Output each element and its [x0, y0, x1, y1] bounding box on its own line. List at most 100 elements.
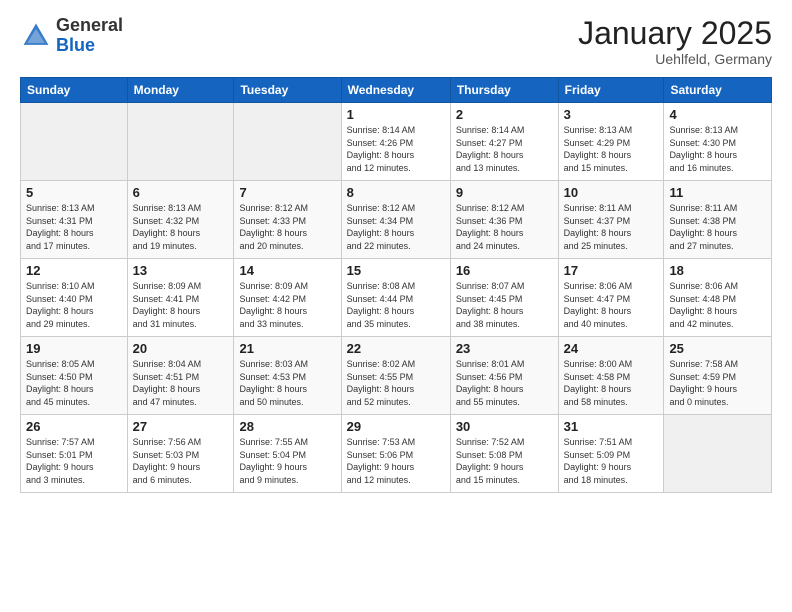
calendar-cell [21, 103, 128, 181]
day-number: 24 [564, 341, 659, 356]
day-number: 4 [669, 107, 766, 122]
day-number: 26 [26, 419, 122, 434]
day-info: Sunrise: 8:12 AM Sunset: 4:34 PM Dayligh… [347, 202, 445, 252]
day-info: Sunrise: 7:57 AM Sunset: 5:01 PM Dayligh… [26, 436, 122, 486]
weekday-header: Sunday [21, 78, 128, 103]
day-info: Sunrise: 8:13 AM Sunset: 4:31 PM Dayligh… [26, 202, 122, 252]
weekday-header: Saturday [664, 78, 772, 103]
calendar-cell: 28Sunrise: 7:55 AM Sunset: 5:04 PM Dayli… [234, 415, 341, 493]
calendar-cell: 1Sunrise: 8:14 AM Sunset: 4:26 PM Daylig… [341, 103, 450, 181]
calendar-cell: 10 Sunrise: 8:11 AM Sunset: 4:37 PM Dayli… [558, 181, 664, 259]
calendar-cell: 7 Sunrise: 8:12 AM Sunset: 4:33 PM Daylig… [234, 181, 341, 259]
day-number: 9 [456, 185, 553, 200]
day-number: 25 [669, 341, 766, 356]
day-number: 20 [133, 341, 229, 356]
calendar-cell: 25 Sunrise: 7:58 AM Sunset: 4:59 PM Dayli… [664, 337, 772, 415]
title-block: January 2025 Uehlfeld, Germany [578, 16, 772, 67]
logo-icon [20, 20, 52, 52]
calendar-week-row: 12 Sunrise: 8:10 AM Sunset: 4:40 PM Dayli… [21, 259, 772, 337]
day-number: 23 [456, 341, 553, 356]
day-number: 6 [133, 185, 229, 200]
calendar-cell: 5 Sunrise: 8:13 AM Sunset: 4:31 PM Daylig… [21, 181, 128, 259]
weekday-header: Wednesday [341, 78, 450, 103]
calendar-cell: 6 Sunrise: 8:13 AM Sunset: 4:32 PM Daylig… [127, 181, 234, 259]
calendar-cell: 22 Sunrise: 8:02 AM Sunset: 4:55 PM Dayli… [341, 337, 450, 415]
day-info: Sunrise: 8:13 AM Sunset: 4:30 PM Dayligh… [669, 124, 766, 174]
calendar-cell: 21 Sunrise: 8:03 AM Sunset: 4:53 PM Dayli… [234, 337, 341, 415]
calendar-cell: 16 Sunrise: 8:07 AM Sunset: 4:45 PM Dayli… [450, 259, 558, 337]
day-info: Sunrise: 8:07 AM Sunset: 4:45 PM Dayligh… [456, 280, 553, 330]
calendar-cell: 18 Sunrise: 8:06 AM Sunset: 4:48 PM Dayli… [664, 259, 772, 337]
day-info: Sunrise: 8:06 AM Sunset: 4:48 PM Dayligh… [669, 280, 766, 330]
calendar-cell: 20Sunrise: 8:04 AM Sunset: 4:51 PM Dayli… [127, 337, 234, 415]
day-number: 13 [133, 263, 229, 278]
day-info: Sunrise: 8:06 AM Sunset: 4:47 PM Dayligh… [564, 280, 659, 330]
calendar-cell: 23Sunrise: 8:01 AM Sunset: 4:56 PM Dayli… [450, 337, 558, 415]
calendar-cell: 27 Sunrise: 7:56 AM Sunset: 5:03 PM Dayli… [127, 415, 234, 493]
day-info: Sunrise: 8:11 AM Sunset: 4:38 PM Dayligh… [669, 202, 766, 252]
day-info: Sunrise: 8:02 AM Sunset: 4:55 PM Dayligh… [347, 358, 445, 408]
day-info: Sunrise: 7:53 AM Sunset: 5:06 PM Dayligh… [347, 436, 445, 486]
calendar-cell: 15Sunrise: 8:08 AM Sunset: 4:44 PM Dayli… [341, 259, 450, 337]
day-number: 18 [669, 263, 766, 278]
calendar-cell: 2 Sunrise: 8:14 AM Sunset: 4:27 PM Daylig… [450, 103, 558, 181]
day-number: 10 [564, 185, 659, 200]
day-info: Sunrise: 8:05 AM Sunset: 4:50 PM Dayligh… [26, 358, 122, 408]
day-info: Sunrise: 7:58 AM Sunset: 4:59 PM Dayligh… [669, 358, 766, 408]
day-number: 11 [669, 185, 766, 200]
day-info: Sunrise: 7:56 AM Sunset: 5:03 PM Dayligh… [133, 436, 229, 486]
weekday-header: Thursday [450, 78, 558, 103]
day-info: Sunrise: 8:14 AM Sunset: 4:26 PM Dayligh… [347, 124, 445, 174]
calendar-cell: 4 Sunrise: 8:13 AM Sunset: 4:30 PM Daylig… [664, 103, 772, 181]
day-info: Sunrise: 7:52 AM Sunset: 5:08 PM Dayligh… [456, 436, 553, 486]
day-number: 12 [26, 263, 122, 278]
calendar-cell: 14 Sunrise: 8:09 AM Sunset: 4:42 PM Dayli… [234, 259, 341, 337]
day-info: Sunrise: 8:00 AM Sunset: 4:58 PM Dayligh… [564, 358, 659, 408]
calendar-cell: 13 Sunrise: 8:09 AM Sunset: 4:41 PM Dayli… [127, 259, 234, 337]
day-number: 19 [26, 341, 122, 356]
day-info: Sunrise: 8:13 AM Sunset: 4:32 PM Dayligh… [133, 202, 229, 252]
day-number: 5 [26, 185, 122, 200]
calendar-cell: 17 Sunrise: 8:06 AM Sunset: 4:47 PM Dayli… [558, 259, 664, 337]
day-number: 30 [456, 419, 553, 434]
calendar-header-row: SundayMondayTuesdayWednesdayThursdayFrid… [21, 78, 772, 103]
calendar-cell: 29 Sunrise: 7:53 AM Sunset: 5:06 PM Dayli… [341, 415, 450, 493]
day-info: Sunrise: 8:12 AM Sunset: 4:33 PM Dayligh… [239, 202, 335, 252]
day-number: 16 [456, 263, 553, 278]
calendar-cell: 3Sunrise: 8:13 AM Sunset: 4:29 PM Daylig… [558, 103, 664, 181]
calendar-week-row: 26 Sunrise: 7:57 AM Sunset: 5:01 PM Dayli… [21, 415, 772, 493]
logo-general: General [56, 15, 123, 35]
day-number: 14 [239, 263, 335, 278]
calendar-week-row: 19 Sunrise: 8:05 AM Sunset: 4:50 PM Dayli… [21, 337, 772, 415]
day-number: 31 [564, 419, 659, 434]
weekday-header: Monday [127, 78, 234, 103]
month-title: January 2025 [578, 16, 772, 51]
calendar: SundayMondayTuesdayWednesdayThursdayFrid… [20, 77, 772, 493]
calendar-week-row: 1Sunrise: 8:14 AM Sunset: 4:26 PM Daylig… [21, 103, 772, 181]
day-info: Sunrise: 8:11 AM Sunset: 4:37 PM Dayligh… [564, 202, 659, 252]
day-info: Sunrise: 8:09 AM Sunset: 4:42 PM Dayligh… [239, 280, 335, 330]
calendar-cell: 12 Sunrise: 8:10 AM Sunset: 4:40 PM Dayli… [21, 259, 128, 337]
day-info: Sunrise: 8:03 AM Sunset: 4:53 PM Dayligh… [239, 358, 335, 408]
day-number: 29 [347, 419, 445, 434]
day-number: 17 [564, 263, 659, 278]
day-info: Sunrise: 8:13 AM Sunset: 4:29 PM Dayligh… [564, 124, 659, 174]
calendar-cell: 26 Sunrise: 7:57 AM Sunset: 5:01 PM Dayli… [21, 415, 128, 493]
calendar-cell: 30 Sunrise: 7:52 AM Sunset: 5:08 PM Dayli… [450, 415, 558, 493]
day-info: Sunrise: 8:14 AM Sunset: 4:27 PM Dayligh… [456, 124, 553, 174]
day-info: Sunrise: 8:12 AM Sunset: 4:36 PM Dayligh… [456, 202, 553, 252]
day-number: 21 [239, 341, 335, 356]
day-number: 27 [133, 419, 229, 434]
day-number: 28 [239, 419, 335, 434]
day-info: Sunrise: 8:08 AM Sunset: 4:44 PM Dayligh… [347, 280, 445, 330]
calendar-cell: 24 Sunrise: 8:00 AM Sunset: 4:58 PM Dayli… [558, 337, 664, 415]
day-info: Sunrise: 8:09 AM Sunset: 4:41 PM Dayligh… [133, 280, 229, 330]
day-number: 7 [239, 185, 335, 200]
logo-text: General Blue [56, 16, 123, 56]
day-number: 2 [456, 107, 553, 122]
calendar-cell: 9 Sunrise: 8:12 AM Sunset: 4:36 PM Daylig… [450, 181, 558, 259]
location: Uehlfeld, Germany [578, 51, 772, 67]
calendar-cell: 31Sunrise: 7:51 AM Sunset: 5:09 PM Dayli… [558, 415, 664, 493]
day-number: 22 [347, 341, 445, 356]
day-info: Sunrise: 8:10 AM Sunset: 4:40 PM Dayligh… [26, 280, 122, 330]
